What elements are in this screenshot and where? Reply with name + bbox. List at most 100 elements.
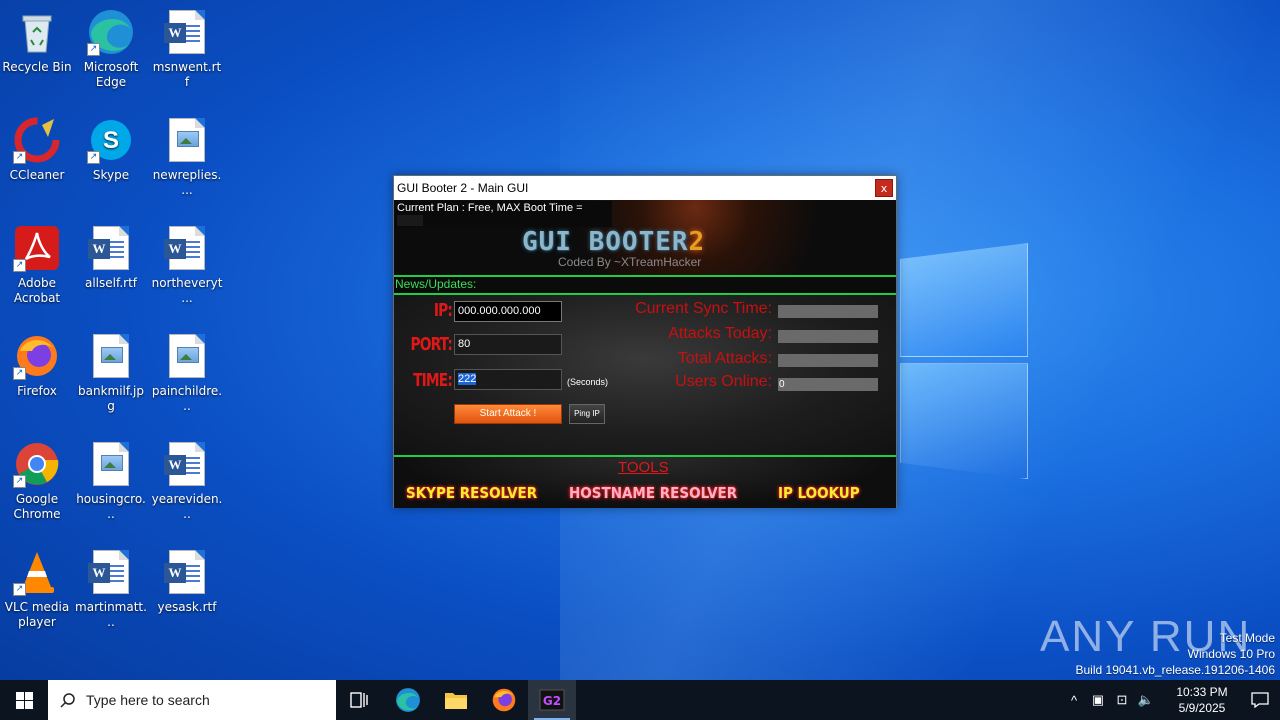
- word-document-icon: W: [87, 224, 135, 272]
- desktop-icon-allself-rtf[interactable]: W allself.rtf: [75, 224, 147, 291]
- taskbar-firefox[interactable]: [480, 680, 528, 720]
- desktop-icon-label: CCleaner: [9, 168, 65, 182]
- attacks-today-value: [778, 330, 878, 343]
- total-attacks-label: Total Attacks:: [677, 350, 772, 367]
- windows-edition-line: Windows 10 Pro: [1187, 647, 1275, 661]
- desktop-icon-label: bankmilf.jpg: [78, 384, 144, 413]
- shortcut-arrow-icon: ↗: [13, 367, 26, 380]
- desktop-icon-msnwent-rtf[interactable]: W msnwent.rtf: [151, 8, 223, 90]
- desktop-icon-ccleaner[interactable]: ↗ CCleaner: [1, 116, 73, 183]
- ccleaner-icon: ↗: [13, 116, 61, 164]
- network-adapter-icon[interactable]: ▣: [1086, 692, 1110, 708]
- desktop-icon-vlc[interactable]: ↗ VLC media player: [1, 548, 73, 630]
- close-button[interactable]: x: [875, 179, 893, 197]
- desktop-icon-yesask-rtf[interactable]: W yesask.rtf: [151, 548, 223, 615]
- start-attack-button[interactable]: Start Attack !: [454, 404, 562, 424]
- window-titlebar[interactable]: GUI Booter 2 - Main GUI x: [394, 176, 896, 200]
- ping-ip-button[interactable]: Ping IP: [569, 404, 605, 424]
- time-input[interactable]: 222: [454, 369, 562, 390]
- image-file-icon: [163, 116, 211, 164]
- desktop-icon-martinmatt[interactable]: W martinmatt...: [75, 548, 147, 630]
- port-label: PORT:: [410, 334, 452, 355]
- start-button[interactable]: [0, 680, 48, 720]
- taskbar-file-explorer[interactable]: [432, 680, 480, 720]
- ip-input[interactable]: 000.000.000.000: [454, 301, 562, 322]
- skype-resolver-link[interactable]: SKYPE RESOLVER: [406, 484, 537, 502]
- clock-date: 5/9/2025: [1178, 701, 1226, 715]
- ip-label: IP:: [433, 300, 453, 321]
- skype-icon: S ↗: [87, 116, 135, 164]
- shortcut-arrow-icon: ↗: [13, 151, 26, 164]
- desktop-icon-label: yeareviden...: [151, 492, 223, 521]
- logo-subtitle: Coded By ~XTreamHacker: [558, 255, 702, 269]
- attack-panel: IP: 000.000.000.000 PORT: 80 TIME: 222 (…: [394, 295, 896, 455]
- image-file-icon: [163, 332, 211, 380]
- desktop-icon-label: martinmatt...: [75, 600, 147, 629]
- network-icon[interactable]: ⊡: [1110, 692, 1134, 708]
- chrome-icon: ↗: [13, 440, 61, 488]
- port-input[interactable]: 80: [454, 334, 562, 355]
- svg-text:G2: G2: [543, 694, 561, 708]
- desktop-icon-label: Firefox: [17, 384, 57, 398]
- desktop-icon-skype[interactable]: S ↗ Skype: [75, 116, 147, 183]
- firefox-icon: [492, 688, 516, 712]
- desktop-icon-label: Google Chrome: [13, 492, 61, 521]
- image-file-icon: [87, 440, 135, 488]
- chevron-up-icon[interactable]: ^: [1062, 693, 1086, 708]
- desktop-icon-microsoft-edge[interactable]: ↗ Microsoft Edge: [75, 8, 147, 90]
- time-label: TIME:: [413, 370, 453, 391]
- desktop-icon-adobe-acrobat[interactable]: ↗ Adobe Acrobat: [1, 224, 73, 306]
- vlc-icon: ↗: [13, 548, 61, 596]
- clock-time: 10:33 PM: [1176, 685, 1228, 699]
- current-sync-time-value: [778, 305, 878, 318]
- desktop-icon-northeveryt[interactable]: W northeveryt...: [151, 224, 223, 306]
- word-document-icon: W: [163, 548, 211, 596]
- folder-icon: [445, 693, 467, 709]
- word-document-icon: W: [163, 8, 211, 56]
- shortcut-arrow-icon: ↗: [13, 583, 26, 596]
- image-file-icon: [87, 332, 135, 380]
- acrobat-icon: ↗: [13, 224, 61, 272]
- desktop-icon-housingcro[interactable]: housingcro...: [75, 440, 147, 522]
- wallpaper-pane: [900, 243, 1028, 357]
- desktop-icon-newreplies[interactable]: newreplies....: [151, 116, 223, 198]
- shortcut-arrow-icon: ↗: [87, 43, 100, 56]
- gui-booter-window[interactable]: GUI Booter 2 - Main GUI x Current Plan :…: [393, 175, 897, 508]
- taskbar-search[interactable]: Type here to search: [48, 680, 336, 720]
- volume-icon[interactable]: 🔈: [1134, 692, 1158, 708]
- desktop-icon-recycle-bin[interactable]: Recycle Bin: [1, 8, 73, 75]
- news-updates-label: News/Updates:: [394, 277, 896, 293]
- tools-panel: TOOLS SKYPE RESOLVER HOSTNAME RESOLVER I…: [394, 457, 896, 508]
- plan-status: Current Plan : Free, MAX Boot Time =: [395, 201, 612, 227]
- tools-title: TOOLS: [618, 459, 669, 476]
- edge-icon: [396, 688, 420, 712]
- search-icon: [60, 693, 75, 708]
- ip-lookup-link[interactable]: IP LOOKUP: [778, 484, 860, 502]
- shortcut-arrow-icon: ↗: [13, 475, 26, 488]
- total-attacks-value: [778, 354, 878, 367]
- desktop-icon-bankmilf-jpg[interactable]: bankmilf.jpg: [75, 332, 147, 414]
- gui-booter-icon: G2: [539, 689, 565, 711]
- shortcut-arrow-icon: ↗: [87, 151, 100, 164]
- users-online-label: Users Online:: [675, 373, 772, 390]
- desktop-icon-label: newreplies....: [152, 168, 222, 197]
- max-boot-time-value: [397, 214, 423, 226]
- taskbar-gui-booter[interactable]: G2: [528, 680, 576, 720]
- word-document-icon: W: [87, 548, 135, 596]
- build-line: Build 19041.vb_release.191206-1406: [1075, 663, 1276, 677]
- desktop-icon-label: housingcro...: [76, 492, 146, 521]
- hostname-resolver-link[interactable]: HOSTNAME RESOLVER: [569, 484, 737, 502]
- task-view-button[interactable]: [336, 680, 384, 720]
- desktop-icon-label: Recycle Bin: [2, 60, 72, 74]
- desktop-icon-google-chrome[interactable]: ↗ Google Chrome: [1, 440, 73, 522]
- notification-icon: [1251, 692, 1269, 708]
- desktop-icon-painchildre[interactable]: painchildre...: [151, 332, 223, 414]
- notifications-button[interactable]: [1240, 680, 1280, 720]
- shortcut-arrow-icon: ↗: [13, 259, 26, 272]
- desktop-icon-firefox[interactable]: ↗ Firefox: [1, 332, 73, 399]
- taskbar-clock[interactable]: 10:33 PM 5/9/2025: [1164, 684, 1240, 716]
- current-sync-time-label: Current Sync Time:: [635, 300, 772, 317]
- taskbar-edge[interactable]: [384, 680, 432, 720]
- desktop-icon-yeareviden[interactable]: W yeareviden...: [151, 440, 223, 522]
- windows-logo-icon: [15, 691, 33, 709]
